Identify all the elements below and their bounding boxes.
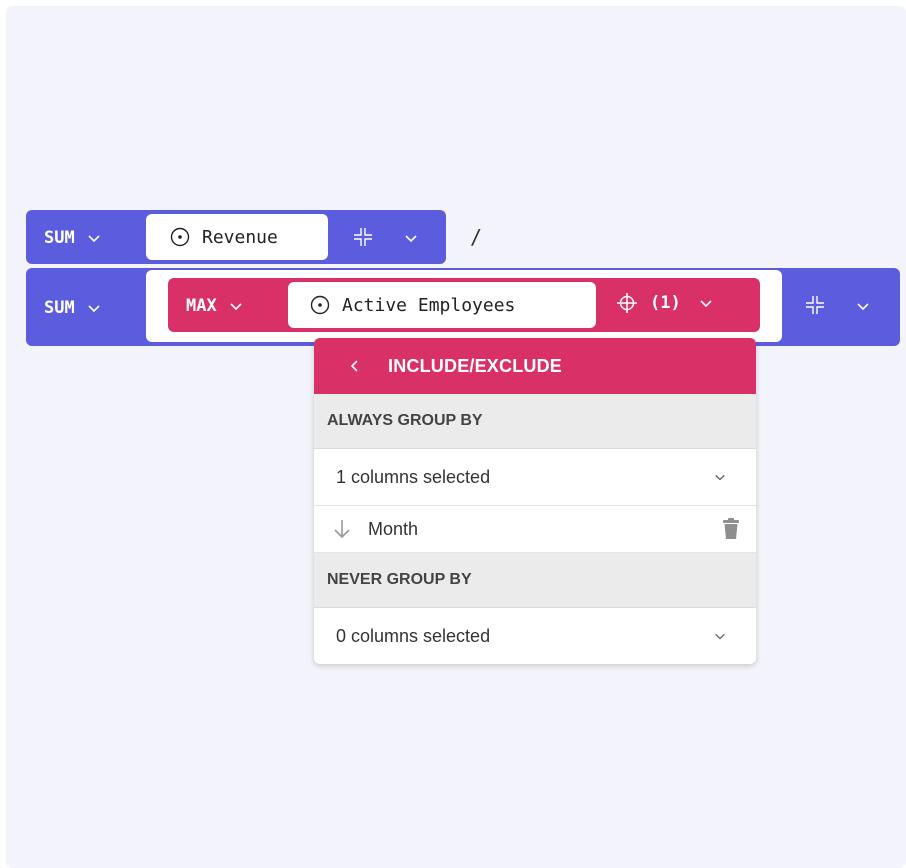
- trash-icon[interactable]: [722, 518, 740, 540]
- target-circle-icon: [310, 295, 330, 315]
- always-group-by-heading: ALWAYS GROUP BY: [314, 394, 756, 449]
- row2-aggregation-dropdown[interactable]: SUM: [44, 298, 101, 318]
- chevron-down-icon: [715, 474, 725, 481]
- filter-dropdown[interactable]: (1): [616, 292, 713, 314]
- chevron-down-icon: [857, 303, 869, 311]
- row2-expand-button[interactable]: [804, 294, 826, 316]
- target-circle-icon: [170, 227, 190, 247]
- expand-icon: [806, 296, 824, 314]
- chevron-down-icon: [700, 300, 712, 308]
- always-group-by-selected-text: 1 columns selected: [336, 466, 491, 487]
- always-group-by-select[interactable]: 1 columns selected: [314, 449, 756, 506]
- crosshair-icon: [617, 293, 637, 313]
- column-name: Month: [368, 518, 419, 539]
- never-group-by-selected-text: 0 columns selected: [336, 625, 491, 646]
- chevron-left-icon[interactable]: [348, 359, 362, 373]
- expand-icon: [354, 228, 372, 246]
- row1-options-dropdown[interactable]: [404, 231, 418, 245]
- row1-aggregation-dropdown[interactable]: SUM: [44, 228, 101, 248]
- chevron-down-icon: [405, 235, 417, 243]
- chevron-down-icon: [88, 305, 100, 313]
- row1-field-label: Revenue: [202, 226, 278, 248]
- include-exclude-popup: INCLUDE/EXCLUDE ALWAYS GROUP BY 1 column…: [314, 338, 756, 664]
- row1-field-pill[interactable]: Revenue: [146, 214, 328, 260]
- inner-field-pill[interactable]: Active Employees: [288, 282, 596, 328]
- inner-field-label: Active Employees: [342, 294, 516, 316]
- row2-aggregation-label: SUM: [44, 298, 75, 318]
- row2-options-dropdown[interactable]: [856, 299, 870, 313]
- row1-expand-button[interactable]: [352, 226, 374, 248]
- list-item: Month: [314, 506, 756, 553]
- chevron-down-icon: [230, 303, 242, 311]
- chevron-down-icon: [715, 633, 725, 640]
- inner-aggregation-dropdown[interactable]: MAX: [186, 296, 243, 316]
- chevron-down-icon: [88, 235, 100, 243]
- arrow-down-icon[interactable]: [332, 518, 352, 540]
- never-group-by-select[interactable]: 0 columns selected: [314, 608, 756, 664]
- popup-header: INCLUDE/EXCLUDE: [314, 338, 756, 394]
- inner-aggregation-label: MAX: [186, 296, 217, 316]
- row1-aggregation-label: SUM: [44, 228, 75, 248]
- popup-title: INCLUDE/EXCLUDE: [388, 355, 563, 376]
- division-operator: /: [470, 225, 483, 249]
- filter-count: (1): [650, 293, 681, 313]
- never-group-by-heading: NEVER GROUP BY: [314, 553, 756, 608]
